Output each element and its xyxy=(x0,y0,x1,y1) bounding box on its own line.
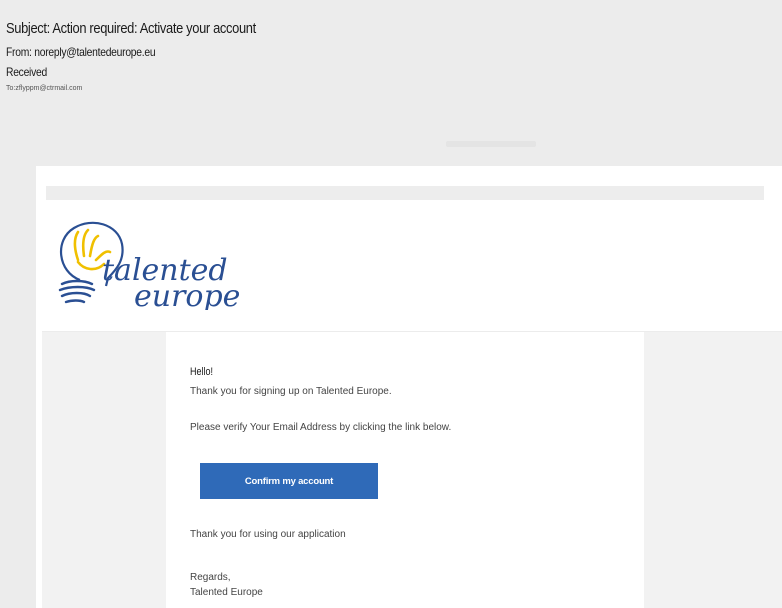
regards-text: Regards, xyxy=(190,572,231,583)
logo-text-europe: europe xyxy=(134,279,240,310)
confirm-account-button[interactable]: Confirm my account xyxy=(200,463,378,499)
body-right-gutter xyxy=(644,332,782,608)
verify-instruction-text: Please verify Your Email Address by clic… xyxy=(190,422,452,433)
signature-text: Talented Europe xyxy=(190,587,263,598)
email-header: Subject: Action required: Activate your … xyxy=(6,20,297,92)
message-content: Hello! Thank you for signing up on Talen… xyxy=(166,332,644,608)
email-body-card: talented europe Hello! Thank you for sig… xyxy=(36,166,782,608)
email-top-bar xyxy=(46,186,764,200)
email-to: To:zflyppm@ctrmail.com xyxy=(6,85,83,92)
talented-europe-logo: talented europe xyxy=(40,210,270,314)
signup-thanks-text: Thank you for signing up on Talented Eur… xyxy=(190,386,392,397)
closing-thanks-text: Thank you for using our application xyxy=(190,529,346,540)
body-left-gutter xyxy=(42,332,166,608)
email-subject: Subject: Action required: Activate your … xyxy=(6,20,256,37)
email-viewer: Subject: Action required: Activate your … xyxy=(0,0,782,608)
email-received-label: Received xyxy=(6,65,47,79)
faint-placeholder-bar xyxy=(446,141,536,147)
lightbulb-logo-icon: talented europe xyxy=(58,221,240,314)
greeting: Hello! xyxy=(190,366,214,378)
email-from: From: noreply@talentedeurope.eu xyxy=(6,45,156,59)
